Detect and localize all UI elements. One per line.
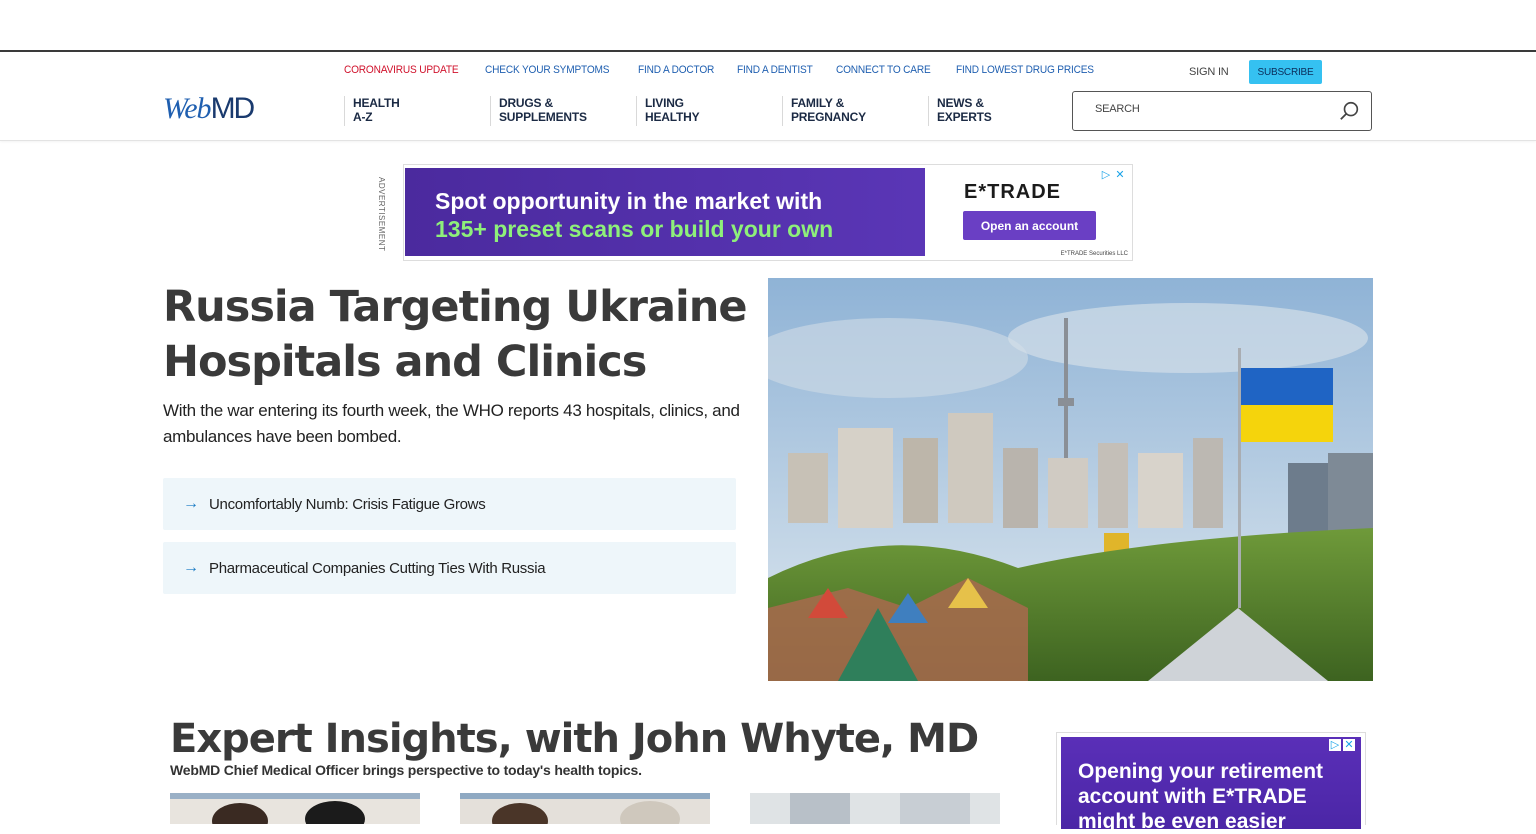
arrow-right-icon: → — [183, 495, 199, 512]
nav-label-line2: SUPPLEMENTS — [499, 110, 587, 124]
video-thumbnail[interactable] — [460, 793, 710, 824]
quicklink-find-doctor[interactable]: FIND A DOCTOR — [638, 64, 714, 76]
nav-label-line1: DRUGS & — [499, 96, 553, 110]
lead-dek: With the war entering its fourth week, t… — [163, 401, 740, 446]
search-input[interactable] — [1093, 102, 1327, 116]
subscribe-button[interactable]: SUBSCRIBE — [1249, 60, 1322, 84]
quicklink-connect-to-care[interactable]: CONNECT TO CARE — [836, 64, 931, 76]
lead-hero-image[interactable] — [768, 278, 1373, 681]
ad-fineprint: E*TRADE Securities LLC — [1060, 251, 1128, 257]
logo-web-text: Web — [163, 92, 212, 125]
thumbnail-image — [170, 793, 420, 824]
nav-family-pregnancy[interactable]: FAMILY & PREGNANCY — [782, 96, 928, 126]
nav-drugs-supplements[interactable]: DRUGS & SUPPLEMENTS — [490, 96, 636, 126]
expert-insights-title[interactable]: Expert Insights, with John Whyte, MD — [170, 713, 979, 765]
search-icon[interactable] — [1339, 100, 1361, 122]
nav-label-line2: HEALTHY — [645, 110, 700, 124]
nav-news-experts[interactable]: NEWS & EXPERTS — [928, 96, 1074, 126]
thumbnail-image — [750, 793, 1000, 824]
related-link[interactable]: → Pharmaceutical Companies Cutting Ties … — [163, 542, 736, 594]
sidebar-ad-panel: Opening your retirement account with E*T… — [1061, 737, 1361, 833]
nav-label-line1: HEALTH — [353, 96, 400, 110]
nav-health-az[interactable]: HEALTH A-Z — [344, 96, 490, 126]
quick-links-bar: CORONAVIRUS UPDATE CHECK YOUR SYMPTOMS F… — [344, 64, 1106, 76]
ad-choices[interactable]: ▷ ✕ — [1329, 739, 1355, 753]
sidebar-ad[interactable]: Opening your retirement account with E*T… — [1056, 732, 1366, 833]
expert-insights-subtitle: WebMD Chief Medical Officer brings persp… — [170, 762, 642, 778]
nav-label-line1: FAMILY & — [791, 96, 845, 110]
nav-label-line2: A-Z — [353, 110, 373, 124]
thumbnail-image — [460, 793, 710, 824]
ad-choices[interactable]: ▷ ✕ — [1100, 169, 1126, 183]
open-account-button[interactable]: Open an account — [963, 211, 1096, 240]
adchoices-icon[interactable]: ▷ — [1329, 739, 1341, 751]
adchoices-icon[interactable]: ▷ — [1100, 169, 1112, 181]
search-box — [1072, 91, 1372, 131]
top-banner-ad[interactable]: Spot opportunity in the market with 135+… — [403, 164, 1133, 261]
video-thumbnail[interactable] — [170, 793, 420, 824]
top-ad-band — [0, 0, 1536, 52]
quicklink-find-dentist[interactable]: FIND A DENTIST — [737, 64, 813, 76]
kyiv-skyline-photo — [768, 278, 1373, 681]
sidebar-ad-text: Opening your retirement account with E*T… — [1078, 760, 1324, 833]
ad-line-1: Spot opportunity in the market with — [435, 188, 823, 214]
related-link[interactable]: → Uncomfortably Numb: Crisis Fatigue Gro… — [163, 478, 736, 530]
nav-living-healthy[interactable]: LIVING HEALTHY — [636, 96, 782, 126]
video-thumbnail[interactable] — [750, 793, 1000, 824]
sign-in-link[interactable]: SIGN IN — [1189, 66, 1229, 78]
advertisement-label: ADVERTISEMENT — [377, 177, 400, 257]
main-nav: HEALTH A-Z DRUGS & SUPPLEMENTS LIVING HE… — [344, 96, 1074, 126]
etrade-logo: E*TRADE — [964, 181, 1062, 203]
ad-line-2: 135+ preset scans or build your own — [435, 216, 834, 242]
logo-md-text: MD — [210, 92, 256, 125]
ad-message-panel: Spot opportunity in the market with 135+… — [405, 168, 925, 256]
related-link-text: Pharmaceutical Companies Cutting Ties Wi… — [209, 559, 546, 577]
nav-label-line1: NEWS & — [937, 96, 984, 110]
lead-headline[interactable]: Russia Targeting Ukraine Hospitals and C… — [163, 280, 753, 390]
quicklink-drug-prices[interactable]: FIND LOWEST DRUG PRICES — [956, 64, 1094, 76]
close-icon[interactable]: ✕ — [1114, 169, 1126, 181]
quicklink-coronavirus-update[interactable]: CORONAVIRUS UPDATE — [344, 64, 459, 76]
close-icon[interactable]: ✕ — [1343, 739, 1355, 751]
advertisement-label-text: ADVERTISEMENT — [377, 177, 386, 252]
quicklink-check-symptoms[interactable]: CHECK YOUR SYMPTOMS — [485, 64, 610, 76]
nav-label-line1: LIVING — [645, 96, 684, 110]
arrow-right-icon: → — [183, 559, 199, 576]
nav-label-line2: PREGNANCY — [791, 110, 866, 124]
related-link-text: Uncomfortably Numb: Crisis Fatigue Grows — [209, 495, 486, 513]
nav-label-line2: EXPERTS — [937, 110, 992, 124]
webmd-logo[interactable]: WebMD — [163, 92, 256, 126]
